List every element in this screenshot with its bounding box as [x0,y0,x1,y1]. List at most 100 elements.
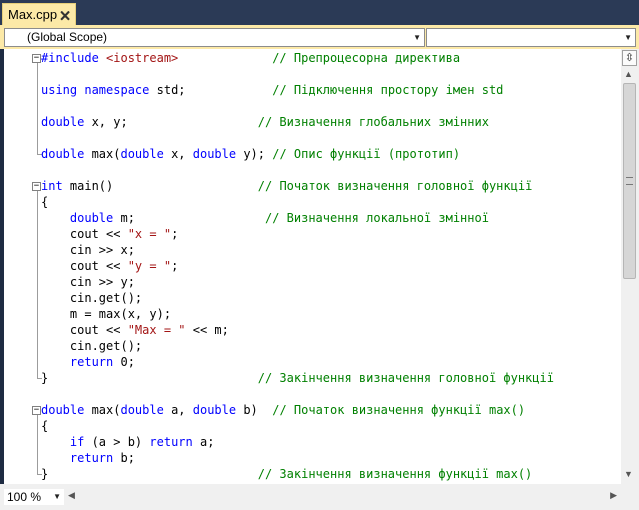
scroll-left-icon[interactable]: ◀ [68,490,75,501]
code-token: ; [171,227,179,241]
code-comment: // Опис функції (прототип) [272,147,461,161]
horizontal-scrollbar[interactable]: ◀ ▶ [66,489,619,505]
code-token: { [41,419,49,433]
code-token: b; [113,451,135,465]
vertical-scrollbar[interactable]: ⇳ ▲ ▼ [621,49,639,484]
outline-region-line [37,415,38,474]
code-comment: // Підключення простору імен std [272,83,504,97]
code-keyword: double [120,147,164,161]
code-token: (a > b) [84,435,150,449]
zoom-level: 100 % [7,490,42,504]
code-token: max( [84,403,121,417]
code-keyword: double [192,147,237,161]
code-token: cout << [41,323,128,337]
code-keyword: return [69,451,114,465]
code-keyword: #include [41,51,107,65]
scroll-down-icon[interactable]: ▼ [624,469,633,479]
navigation-bar: (Global Scope) ▼ ▼ [0,25,639,49]
code-string: "Max = " [127,323,186,337]
code-string: "y = " [127,259,172,273]
code-token: { [41,195,49,209]
zoom-dropdown[interactable]: 100 % ▼ [4,489,64,505]
selection-margin[interactable] [4,49,29,484]
code-line[interactable]: double max(double a, double b) // Почато… [41,402,525,418]
code-token: << m; [185,323,229,337]
document-tab-bar: Max.cpp 🗙 [0,0,639,25]
code-line[interactable]: #include <iostream> // Препроцесорна дир… [41,50,460,66]
code-keyword: double [41,403,85,417]
scroll-up-icon[interactable]: ▲ [624,69,633,79]
code-line[interactable]: cout << "x = "; [41,226,178,242]
code-keyword: return [69,355,114,369]
code-token: a, [163,403,193,417]
code-line[interactable]: cin.get(); [41,290,142,306]
code-line[interactable]: cout << "y = "; [41,258,178,274]
code-token: max( [84,147,121,161]
vertical-scroll-thumb[interactable] [623,83,636,279]
code-line[interactable]: { [41,418,48,434]
member-dropdown[interactable]: ▼ [426,28,636,47]
code-line[interactable]: } // Закінчення визначення головної функ… [41,370,554,386]
document-tab[interactable]: Max.cpp 🗙 [2,3,76,25]
code-keyword: double [192,403,237,417]
code-token: m = max(x, y); [41,307,172,321]
code-line[interactable]: return b; [41,450,135,466]
scope-dropdown-value: (Global Scope) [27,30,108,44]
code-comment: // Визначення глобальних змінних [257,115,489,129]
code-line[interactable]: if (a > b) return a; [41,434,215,450]
code-line[interactable]: cin >> y; [41,274,135,290]
code-token: y); [236,147,273,161]
code-token: a; [192,435,215,449]
code-token: x, y; [84,115,258,129]
code-token: cin >> y; [41,275,135,289]
code-comment: // Початок визначення функції max() [272,403,526,417]
collapse-region-icon[interactable]: − [32,406,41,415]
code-comment: // Визначення локальної змінної [264,211,489,225]
chevron-down-icon: ▼ [413,33,421,42]
split-window-icon[interactable]: ⇳ [622,50,637,66]
collapse-region-icon[interactable]: − [32,54,41,63]
code-comment: // Початок визначення головної функції [257,179,533,193]
code-keyword: using [41,83,78,97]
code-token: cin.get(); [41,339,143,353]
code-string: "x = " [127,227,172,241]
code-line[interactable]: cin >> x; [41,242,135,258]
close-tab-icon[interactable]: 🗙 [60,4,70,25]
code-token: std; [149,83,273,97]
code-line[interactable]: cout << "Max = " << m; [41,322,229,338]
code-line[interactable]: return 0; [41,354,135,370]
outline-region-line [37,191,38,378]
code-line[interactable]: } // Закінчення визначення функції max() [41,466,532,482]
chevron-down-icon: ▼ [624,33,632,42]
code-line[interactable]: double max(double x, double y); // Опис … [41,146,460,162]
code-line[interactable]: double m; // Визначення локальної змінно… [41,210,489,226]
scroll-right-icon[interactable]: ▶ [610,490,617,501]
code-token: cout << [41,259,128,273]
editor-status-bar: 100 % ▼ ◀ ▶ [0,484,639,510]
code-string: <iostream> [106,51,179,65]
code-token: main() [62,179,258,193]
collapse-region-icon[interactable]: − [32,182,41,191]
code-token: } [41,371,258,385]
code-token: cout << [41,227,128,241]
code-token: ; [171,259,179,273]
code-line[interactable]: cin.get(); [41,338,142,354]
code-comment: // Закінчення визначення функції max() [257,467,533,481]
code-token: x, [163,147,193,161]
code-line[interactable]: m = max(x, y); [41,306,171,322]
code-line[interactable]: double x, y; // Визначення глобальних зм… [41,114,489,130]
code-line[interactable]: { [41,194,48,210]
code-editor[interactable]: − − − #include <iostream> // Препроцесорна… [4,49,639,484]
code-token: cin >> x; [41,243,135,257]
code-line[interactable]: using namespace std; // Підключення прос… [41,82,503,98]
code-keyword: return [149,435,193,449]
code-line[interactable]: int main() // Початок визначення головно… [41,178,532,194]
code-keyword: double [41,115,85,129]
scope-dropdown[interactable]: (Global Scope) ▼ [4,28,425,47]
code-keyword: double [41,147,85,161]
scrollbar-corner [621,484,639,510]
